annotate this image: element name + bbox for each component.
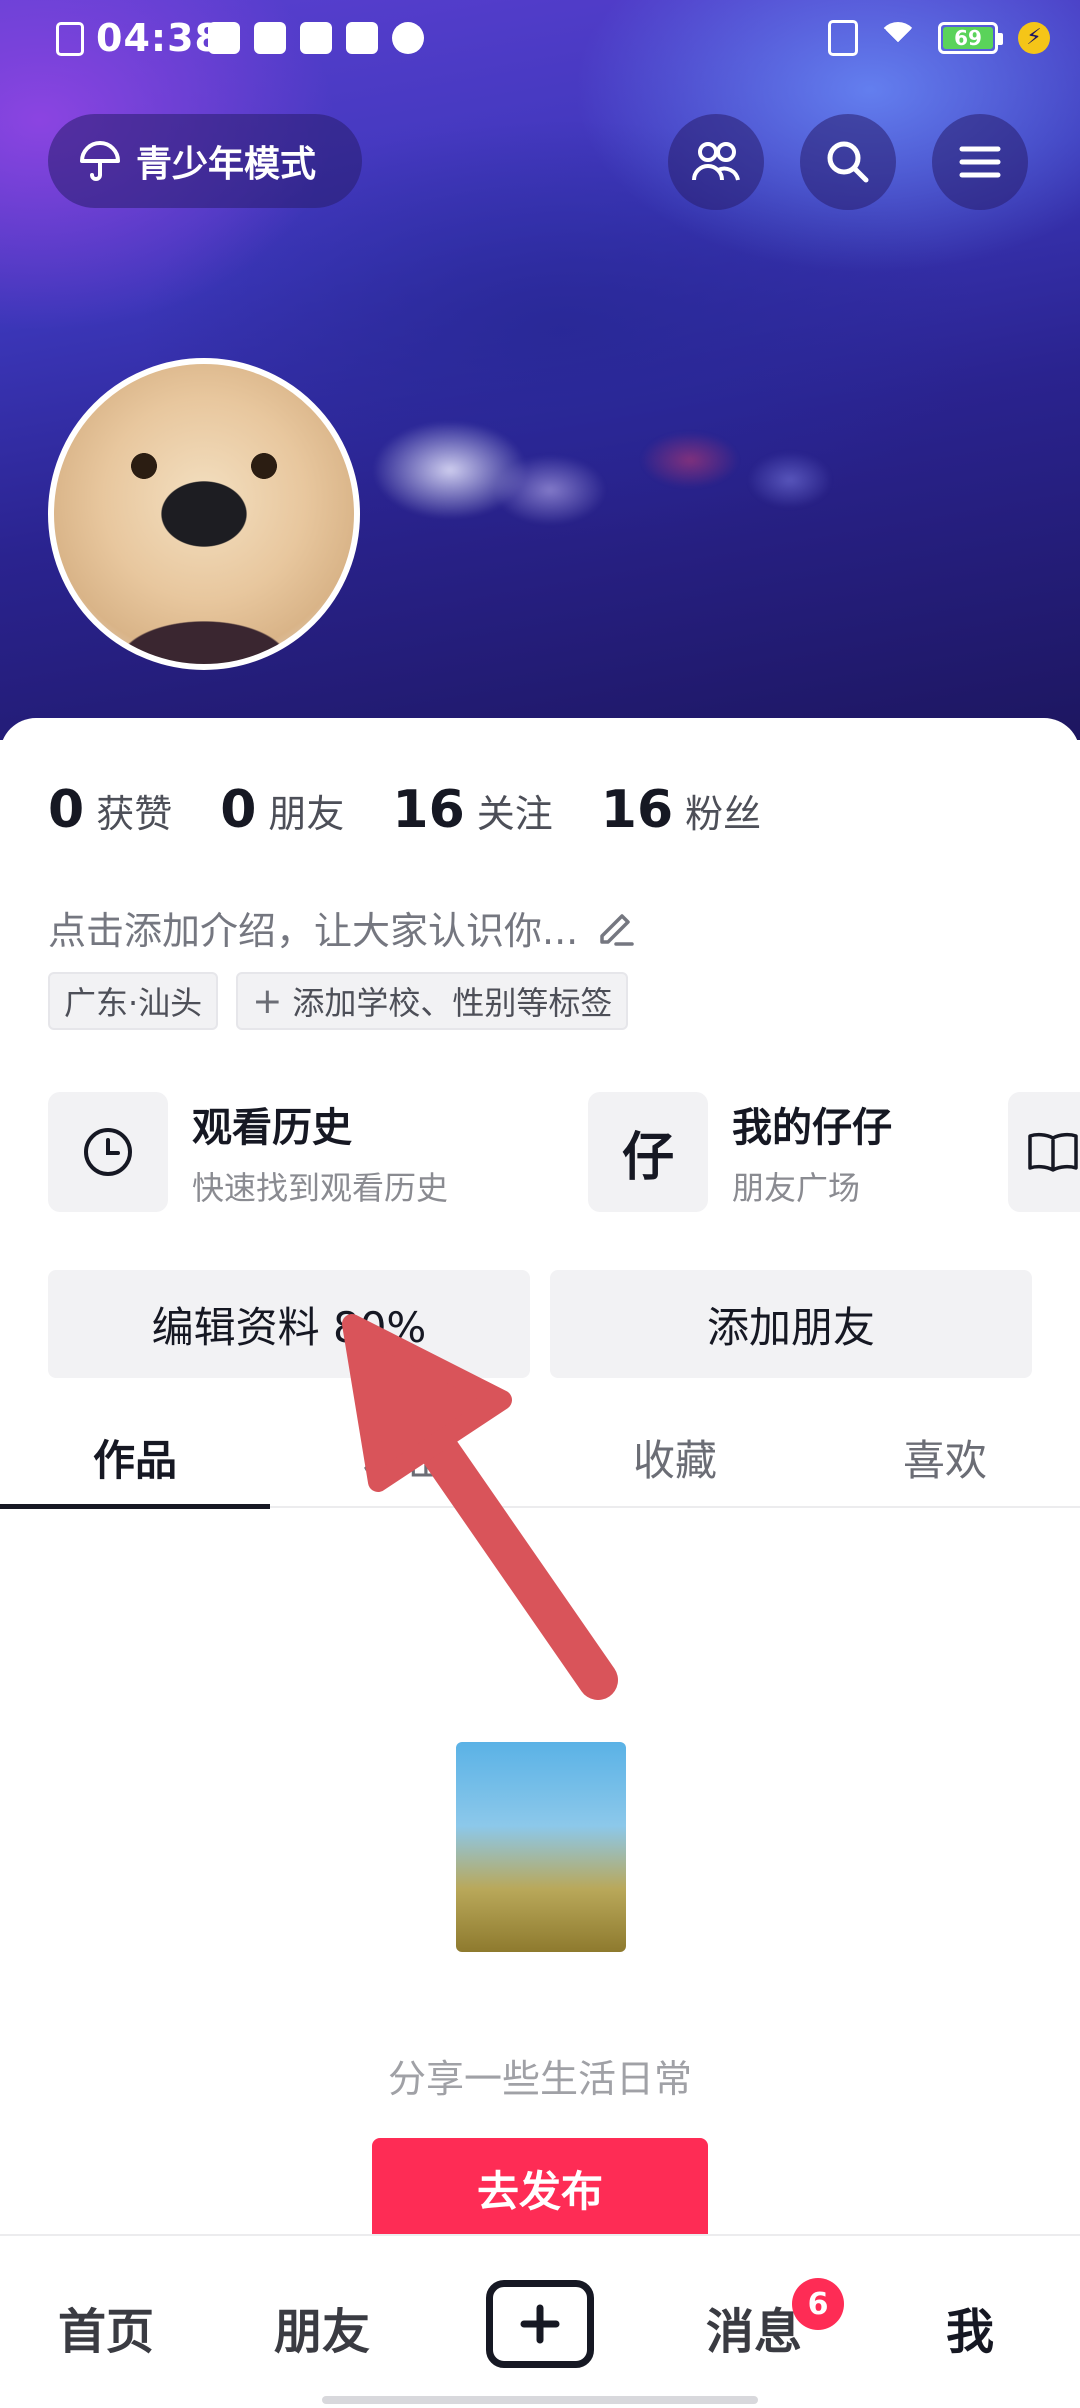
redacted-username <box>360 400 830 580</box>
speed-icon <box>392 22 424 54</box>
soul-app-icon <box>300 22 332 54</box>
stat-following[interactable]: 16 关注 <box>392 780 552 840</box>
umbrella-icon <box>80 141 120 181</box>
tab-favorites[interactable]: 收藏 <box>540 1408 810 1506</box>
stat-likes-label: 获赞 <box>96 792 173 836</box>
menu-button[interactable] <box>932 114 1028 210</box>
bottom-navigation: 首页 朋友 消息 6 我 <box>0 2234 1080 2408</box>
bio-edit-link[interactable]: 点击添加介绍，让大家认识你... <box>48 900 638 955</box>
charging-icon: ⚡ <box>1018 22 1050 54</box>
stat-following-count: 16 <box>392 780 465 840</box>
data-icon <box>254 22 286 54</box>
status-bar: 04:38 69 ⚡ <box>0 0 1080 84</box>
bio-placeholder: 点击添加介绍，让大家认识你... <box>48 909 579 953</box>
create-button[interactable] <box>486 2280 594 2368</box>
nav-me[interactable]: 我 <box>946 2292 994 2362</box>
search-button[interactable] <box>800 114 896 210</box>
content-tabs: 作品 私密 收藏 喜欢 <box>0 1408 1080 1509</box>
shield-icon <box>208 22 240 54</box>
stat-likes-count: 0 <box>48 780 85 840</box>
teen-mode-label: 青少年模式 <box>136 144 317 185</box>
stat-followers-count: 16 <box>600 780 674 840</box>
watch-history-subtitle: 快速找到观看历史 <box>192 1169 449 1207</box>
people-icon <box>692 142 740 181</box>
stat-followers[interactable]: 16 粉丝 <box>601 780 761 840</box>
empty-state-subtitle: 分享一些生活日常 <box>387 2057 692 2101</box>
search-icon <box>827 141 869 183</box>
tags-row: 广东·汕头 + 添加学校、性别等标签 <box>48 972 629 1030</box>
tab-private[interactable]: 私密 <box>270 1408 540 1506</box>
edit-profile-button[interactable]: 编辑资料 80% <box>48 1270 530 1378</box>
watch-history-shortcut[interactable]: 观看历史 快速找到观看历史 <box>48 1092 448 1212</box>
my-zaizai-title: 我的仔仔 <box>732 1105 892 1151</box>
stat-following-label: 关注 <box>476 792 553 836</box>
stat-friends[interactable]: 0 朋友 <box>220 780 344 840</box>
vibrate-icon <box>828 20 858 56</box>
plus-icon: + <box>252 980 283 1022</box>
shortcuts-row: 观看历史 快速找到观看历史 仔 我的仔仔 朋友广场 <box>48 1092 1080 1212</box>
add-tag-button[interactable]: + 添加学校、性别等标签 <box>236 972 629 1030</box>
battery-icon: 69 <box>938 22 1003 54</box>
location-tag[interactable]: 广东·汕头 <box>48 972 219 1030</box>
action-buttons: 编辑资料 80% 添加朋友 <box>48 1270 1032 1378</box>
play-icon <box>346 22 378 54</box>
my-zaizai-shortcut[interactable]: 仔 我的仔仔 朋友广场 <box>588 1092 892 1212</box>
publish-button[interactable]: 去发布 <box>372 2138 708 2238</box>
stat-friends-count: 0 <box>220 780 257 840</box>
tab-works[interactable]: 作品 <box>0 1408 270 1509</box>
stat-likes[interactable]: 0 获赞 <box>48 780 172 840</box>
stat-followers-label: 粉丝 <box>685 792 762 836</box>
plus-icon <box>520 2304 560 2344</box>
status-time: 04:38 <box>96 16 222 60</box>
home-indicator <box>322 2396 758 2404</box>
sim-card-icon <box>56 22 84 56</box>
zaizai-icon: 仔 <box>621 1127 674 1188</box>
tab-likes[interactable]: 喜欢 <box>810 1408 1080 1506</box>
profile-card: 0 获赞 0 朋友 16 关注 16 粉丝 点击添加介绍，让大家认识你... 广… <box>0 718 1080 2238</box>
my-zaizai-subtitle: 朋友广场 <box>732 1169 861 1207</box>
nav-friends[interactable]: 朋友 <box>274 2292 370 2362</box>
empty-state-image <box>456 1742 626 1952</box>
messages-badge: 6 <box>792 2278 844 2330</box>
pencil-icon <box>600 913 634 946</box>
friends-button[interactable] <box>668 114 764 210</box>
book-icon <box>1028 1132 1078 1172</box>
nav-messages[interactable]: 消息 <box>706 2292 802 2362</box>
more-shortcut[interactable] <box>1008 1092 1080 1212</box>
wifi-icon <box>878 22 918 54</box>
hamburger-menu-icon <box>959 146 1001 178</box>
clock-icon <box>84 1128 132 1176</box>
stats-row: 0 获赞 0 朋友 16 关注 16 粉丝 <box>48 780 809 840</box>
watch-history-title: 观看历史 <box>192 1105 352 1151</box>
nav-home[interactable]: 首页 <box>58 2292 154 2362</box>
add-tag-label: 添加学校、性别等标签 <box>292 984 613 1022</box>
battery-level: 69 <box>943 27 993 49</box>
add-friend-button[interactable]: 添加朋友 <box>550 1270 1032 1378</box>
avatar[interactable] <box>48 358 360 670</box>
teen-mode-button[interactable]: 青少年模式 <box>48 114 362 208</box>
stat-friends-label: 朋友 <box>268 792 345 836</box>
